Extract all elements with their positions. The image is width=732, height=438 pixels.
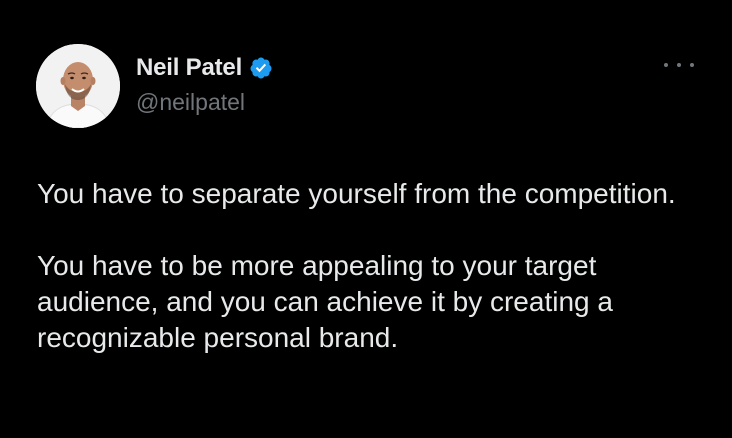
author-block: Neil Patel @neilpatel xyxy=(136,53,273,116)
dot xyxy=(690,63,694,67)
display-name[interactable]: Neil Patel xyxy=(136,54,242,82)
tweet-paragraph: You have to be more appealing to your ta… xyxy=(37,250,613,353)
tweet-paragraph: You have to separate yourself from the c… xyxy=(37,178,676,209)
user-handle[interactable]: @neilpatel xyxy=(136,89,273,116)
avatar[interactable] xyxy=(36,44,120,128)
dot xyxy=(664,63,668,67)
tweet: Neil Patel @neilpatel You have to separa… xyxy=(0,0,732,438)
tweet-text: You have to separate yourself from the c… xyxy=(37,176,707,356)
verified-badge-icon xyxy=(249,56,273,80)
more-horizontal-icon[interactable] xyxy=(664,58,694,72)
name-row: Neil Patel xyxy=(136,53,273,83)
dot xyxy=(677,63,681,67)
profile-photo-icon xyxy=(36,44,120,128)
